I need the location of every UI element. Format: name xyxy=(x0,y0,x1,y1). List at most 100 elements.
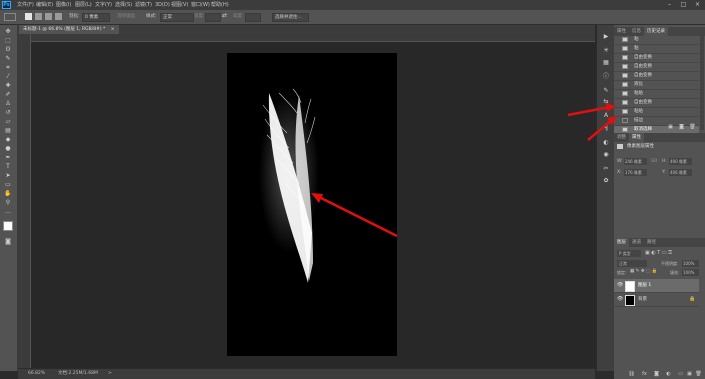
menu-type[interactable]: 文字(Y) xyxy=(95,1,112,9)
blend-mode-select[interactable]: 正常 xyxy=(617,260,647,267)
foreground-color-swatch[interactable] xyxy=(3,221,13,231)
history-item[interactable]: 自由变换 xyxy=(614,63,699,72)
history-item[interactable]: 自由变换 xyxy=(614,54,699,63)
brush-tool-icon[interactable]: ✐ xyxy=(3,91,13,99)
visibility-eye-icon[interactable]: 👁 xyxy=(617,296,623,302)
history-item[interactable]: 自由变换 xyxy=(614,72,699,81)
quick-mask-icon[interactable]: ◙ xyxy=(3,238,13,246)
tab-history[interactable]: 历史记录 xyxy=(644,27,668,36)
close-tab-icon[interactable]: × xyxy=(111,27,115,32)
history-item[interactable]: 粘贴 xyxy=(614,90,699,99)
dodge-tool-icon[interactable]: ● xyxy=(3,145,13,153)
marquee-preset-icon[interactable] xyxy=(4,13,16,21)
subtract-selection-icon[interactable] xyxy=(45,13,52,20)
h-input[interactable]: 490 像素 xyxy=(669,158,692,165)
document-tab[interactable]: 未标题-1 @ 66.8% (图层 1, RGB/8#) * × xyxy=(19,25,119,34)
fill-input[interactable]: 100% xyxy=(682,269,699,276)
adjustment-layer-icon[interactable]: ◐ xyxy=(665,371,672,377)
link-layers-icon[interactable]: ⛓ xyxy=(628,371,635,377)
gradient-tool-icon[interactable]: ▤ xyxy=(3,127,13,135)
add-mask-icon[interactable]: ◙ xyxy=(653,371,660,377)
paths-icon[interactable]: ✂ xyxy=(601,165,611,173)
document-canvas[interactable] xyxy=(227,53,398,356)
delete-history-icon[interactable]: 🗑 xyxy=(689,124,696,130)
history-item[interactable]: 粘贴 xyxy=(614,108,699,117)
height-input[interactable] xyxy=(245,13,261,22)
x-input[interactable]: 176 像素 xyxy=(624,169,647,176)
marquee-tool-icon[interactable]: ⬚ xyxy=(3,37,13,45)
select-and-mask-button[interactable]: 选择并遮住... xyxy=(272,13,309,22)
close-window-button[interactable]: × xyxy=(693,1,702,9)
blur-tool-icon[interactable]: ◆ xyxy=(3,136,13,144)
shape-tool-icon[interactable]: ▭ xyxy=(3,181,13,189)
feather-input[interactable]: 0 像素 xyxy=(82,13,110,22)
tab-channels[interactable]: 通道 xyxy=(629,238,644,247)
menu-filter[interactable]: 滤镜(T) xyxy=(135,1,152,9)
brush-settings-icon[interactable]: ✎ xyxy=(601,87,611,95)
new-selection-icon[interactable] xyxy=(25,13,32,20)
history-scrollbar[interactable] xyxy=(700,36,704,130)
menu-file[interactable]: 文件(F) xyxy=(17,1,34,9)
minimize-button[interactable]: – xyxy=(665,1,674,9)
swatches-icon[interactable]: ▦ xyxy=(601,59,611,67)
zoom-level[interactable]: 66.82% xyxy=(28,369,45,379)
sun-icon[interactable]: ✳ xyxy=(601,47,611,55)
healing-tool-icon[interactable]: ✚ xyxy=(3,82,13,90)
eraser-tool-icon[interactable]: ▱ xyxy=(3,118,13,126)
menu-3d[interactable]: 3D(D) xyxy=(155,1,170,9)
intersect-selection-icon[interactable] xyxy=(55,13,62,20)
menu-window[interactable]: 窗口(W) xyxy=(191,1,210,9)
history-item[interactable]: 自由变换 xyxy=(614,99,699,108)
menu-select[interactable]: 选择(S) xyxy=(115,1,132,9)
history-item[interactable]: 描边 xyxy=(614,117,699,126)
history-item[interactable]: 液化 xyxy=(614,81,699,90)
info-icon[interactable]: ⓘ xyxy=(601,73,611,81)
history-item[interactable]: 粘 xyxy=(614,36,699,45)
tab-info[interactable]: 信息 xyxy=(629,27,644,36)
width-input[interactable] xyxy=(205,13,221,22)
menu-image[interactable]: 图像(I) xyxy=(56,1,71,9)
y-input[interactable]: 406 像素 xyxy=(669,169,692,176)
zoom-tool-icon[interactable]: ⚲ xyxy=(3,199,13,207)
lock-icons[interactable]: ▦ ✎ ✥ ⬚ 🔒 xyxy=(630,269,657,274)
new-snapshot-icon[interactable]: ▣ xyxy=(667,124,674,130)
menu-help[interactable]: 帮助(H) xyxy=(211,1,229,9)
layer-name[interactable]: 图层 1 xyxy=(638,282,651,288)
status-menu-arrow[interactable]: > xyxy=(108,369,112,379)
antialias-checkbox-label[interactable]: 消除锯齿 xyxy=(117,13,135,21)
layer-name[interactable]: 背景 xyxy=(638,296,647,302)
history-brush-tool-icon[interactable]: ↺ xyxy=(3,109,13,117)
new-layer-icon[interactable]: ▣ xyxy=(686,371,693,377)
visibility-eye-icon[interactable]: 👁 xyxy=(617,282,623,288)
layer-style-icon[interactable]: fx xyxy=(641,371,648,377)
tab-properties-top[interactable]: 属性 xyxy=(614,27,629,36)
add-selection-icon[interactable] xyxy=(35,13,42,20)
hand-tool-icon[interactable]: ✋ xyxy=(3,190,13,198)
eyedropper-tool-icon[interactable]: ⁄ xyxy=(3,73,13,81)
tab-paths[interactable]: 路径 xyxy=(644,238,659,247)
clone-source-icon[interactable]: ◉ xyxy=(601,151,611,159)
layer-filter-icons[interactable]: ▣ ◐ T ▭ ⚿ xyxy=(645,250,672,256)
play-icon[interactable]: ▶ xyxy=(601,33,611,41)
swap-icon[interactable]: ⇄ xyxy=(222,12,227,19)
pen-tool-icon[interactable]: ✒ xyxy=(3,154,13,162)
menu-view[interactable]: 视图(V) xyxy=(171,1,188,9)
opacity-input[interactable]: 100% xyxy=(682,260,699,267)
new-group-icon[interactable]: ▭ xyxy=(677,371,684,377)
styles-icon[interactable]: ✿ xyxy=(601,177,611,185)
style-select[interactable]: 正常 xyxy=(160,13,194,22)
w-input[interactable]: 246 像素 xyxy=(624,158,647,165)
stamp-tool-icon[interactable]: ♙ xyxy=(3,100,13,108)
maximize-button[interactable]: □ xyxy=(679,1,688,9)
layer-kind-filter[interactable]: P 类型 xyxy=(617,250,641,257)
history-item[interactable]: 粘 xyxy=(614,45,699,54)
path-select-tool-icon[interactable]: ➤ xyxy=(3,172,13,180)
tab-layers[interactable]: 图层 xyxy=(614,238,629,247)
type-tool-icon[interactable]: T xyxy=(3,163,13,171)
delete-layer-icon[interactable]: 🗑 xyxy=(695,371,702,377)
menu-layer[interactable]: 图层(L) xyxy=(75,1,92,9)
lasso-tool-icon[interactable]: ʘ xyxy=(3,46,13,54)
camera-icon[interactable]: ◙ xyxy=(678,124,685,130)
more-tools-icon[interactable]: … xyxy=(3,208,13,216)
link-dimensions-icon[interactable]: GO xyxy=(651,158,657,163)
